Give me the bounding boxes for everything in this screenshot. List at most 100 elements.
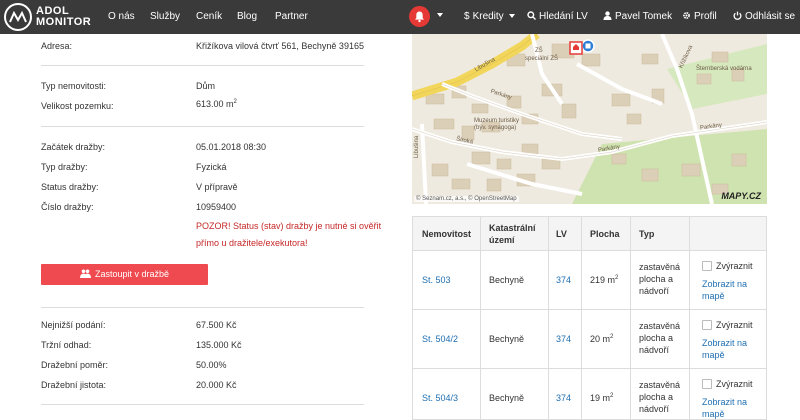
search-lv-label: Hledání LV: [539, 11, 588, 22]
auction-number-value: 10959400: [196, 202, 237, 212]
nav-link-blog[interactable]: Blog: [237, 11, 257, 22]
column-header: Typ: [639, 229, 655, 239]
represent-in-auction-button[interactable]: Zastoupit v dražbě: [41, 264, 208, 285]
logo-line2: MONITOR: [36, 16, 92, 28]
nav-link-services[interactable]: Služby: [150, 11, 180, 22]
chevron-down-icon: [509, 14, 516, 19]
auction-ratio-value: 50.00%: [196, 360, 227, 370]
show-on-map-link[interactable]: Zobrazit na mapě: [702, 337, 760, 361]
parcel-link[interactable]: St. 504/3: [422, 392, 458, 404]
highlight-checkbox[interactable]: [702, 379, 712, 389]
credits-menu[interactable]: $ Kredity: [464, 11, 516, 22]
nav-link-about[interactable]: O nás: [108, 11, 135, 22]
logo-mark-icon: [4, 3, 32, 31]
parcel-area: 20 m2: [590, 334, 614, 344]
parcel-type: zastavěná plocha a nádvoří: [639, 262, 681, 296]
parcel-area: 19 m2: [590, 393, 614, 403]
location-map[interactable]: Libušina ZŠ speciální ZŠ Křižíkova Štern…: [412, 34, 767, 204]
chevron-down-icon[interactable]: [437, 13, 443, 17]
logout-label: Odhlásit se: [745, 11, 796, 22]
lv-link[interactable]: 374: [556, 333, 571, 345]
highlight-label[interactable]: Zvýraznit: [716, 260, 753, 272]
column-header: Plocha: [590, 229, 620, 239]
auction-ratio-label: Dražební poměr:: [41, 360, 109, 370]
search-lv-link[interactable]: Hledání LV: [527, 11, 588, 22]
market-estimate-label: Tržní odhad:: [41, 340, 92, 350]
profile-link[interactable]: Profil: [682, 11, 717, 22]
table-row: St. 504/2 Bechyně 374 20 m2 zastavěná pl…: [413, 310, 766, 369]
market-estimate-value: 135.000 Kč: [196, 340, 242, 350]
user-link[interactable]: Pavel Tomek: [603, 11, 672, 22]
status-warning: POZOR! Status (stav) dražby je nutné si …: [196, 221, 382, 248]
address-value: Křižíkova vilová čtvrť 561, Bechyně 3916…: [196, 41, 364, 51]
map-poi-label: Šternberská vodárna: [696, 66, 752, 72]
represent-button-label: Zastoupit v dražbě: [94, 269, 170, 279]
auction-status-label: Status dražby:: [41, 182, 99, 192]
parcel-type: zastavěná plocha a nádvoří: [639, 380, 681, 414]
address-label: Adresa:: [41, 41, 73, 51]
map-poi-label: ZŠ: [535, 48, 543, 54]
users-icon: [79, 269, 91, 279]
plot-size-value: 613.00 m2: [196, 99, 237, 109]
parcel-link[interactable]: St. 504/2: [422, 333, 458, 345]
divider: [41, 65, 364, 66]
column-header: LV: [556, 229, 567, 239]
divider: [41, 126, 364, 127]
dollar-icon: $: [464, 11, 470, 22]
highlight-label[interactable]: Zvýraznit: [716, 378, 753, 390]
divider: [41, 404, 364, 405]
auction-deposit-label: Dražební jistota:: [41, 380, 107, 390]
credits-label: Kredity: [472, 11, 504, 22]
min-bid-label: Nejnižší podání:: [41, 320, 106, 330]
map-poi-label: speciální ZŠ: [525, 56, 559, 62]
parcel-link[interactable]: St. 503: [422, 274, 451, 286]
auction-deposit-value: 20.000 Kč: [196, 380, 237, 390]
map-poi-label: (býv. synagoga): [474, 125, 517, 131]
divider: [41, 307, 364, 308]
cadastral-area: Bechyně: [489, 393, 525, 403]
logout-link[interactable]: Odhlásit se: [733, 11, 795, 22]
table-header: Nemovitost Katastrální území LV Plocha T…: [413, 217, 766, 251]
logo[interactable]: ADOL MONITOR: [4, 3, 104, 31]
highlight-label[interactable]: Zvýraznit: [716, 319, 753, 331]
auction-type-label: Typ dražby:: [41, 162, 88, 172]
table-row: St. 504/3 Bechyně 374 19 m2 zastavěná pl…: [413, 369, 766, 420]
auction-status-value: V přípravě: [196, 182, 238, 192]
plot-size-label: Velikost pozemku:: [41, 101, 114, 111]
parcel-type: zastavěná plocha a nádvoří: [639, 321, 681, 355]
map-canvas: [412, 34, 767, 204]
map-poi-label: Muzeum turistiky: [474, 118, 520, 124]
column-header: Nemovitost: [422, 229, 472, 239]
gear-icon: [683, 12, 690, 19]
user-name: Pavel Tomek: [615, 11, 673, 22]
column-header: Katastrální území: [489, 223, 536, 245]
cadastral-area: Bechyně: [489, 275, 525, 285]
map-street-label: Libušina: [414, 135, 421, 159]
auction-number-label: Číslo dražby:: [41, 202, 94, 212]
show-on-map-link[interactable]: Zobrazit na mapě: [702, 396, 760, 420]
parcels-table: Nemovitost Katastrální území LV Plocha T…: [412, 216, 767, 420]
power-icon: [733, 11, 742, 20]
property-type-value: Dům: [196, 81, 216, 91]
map-attribution[interactable]: © Seznam.cz, a.s., © OpenStreetMap: [414, 196, 519, 202]
user-icon: [603, 11, 612, 20]
lv-link[interactable]: 374: [556, 274, 571, 286]
parcel-area: 219 m2: [590, 275, 619, 285]
highlight-checkbox[interactable]: [702, 320, 712, 330]
min-bid-value: 67.500 Kč: [196, 320, 237, 330]
property-type-label: Typ nemovitosti:: [41, 81, 107, 91]
auction-start-label: Začátek dražby:: [41, 142, 106, 152]
notifications-button[interactable]: [409, 6, 430, 27]
auction-start-value: 05.01.2018 08:30: [196, 142, 267, 152]
auction-details: Adresa: Křižíkova vilová čtvrť 561, Bech…: [0, 34, 392, 420]
auction-type-value: Fyzická: [196, 162, 227, 172]
show-on-map-link[interactable]: Zobrazit na mapě: [702, 278, 760, 302]
lv-link[interactable]: 374: [556, 392, 571, 404]
table-row: St. 503 Bechyně 374 219 m2 zastavěná plo…: [413, 251, 766, 310]
cadastral-area: Bechyně: [489, 334, 525, 344]
map-provider-logo[interactable]: MAPY.CZ: [721, 191, 761, 201]
nav-link-partner[interactable]: Partner: [275, 11, 308, 22]
highlight-checkbox[interactable]: [702, 261, 712, 271]
bell-icon: [415, 11, 424, 23]
nav-link-pricing[interactable]: Ceník: [196, 11, 222, 22]
